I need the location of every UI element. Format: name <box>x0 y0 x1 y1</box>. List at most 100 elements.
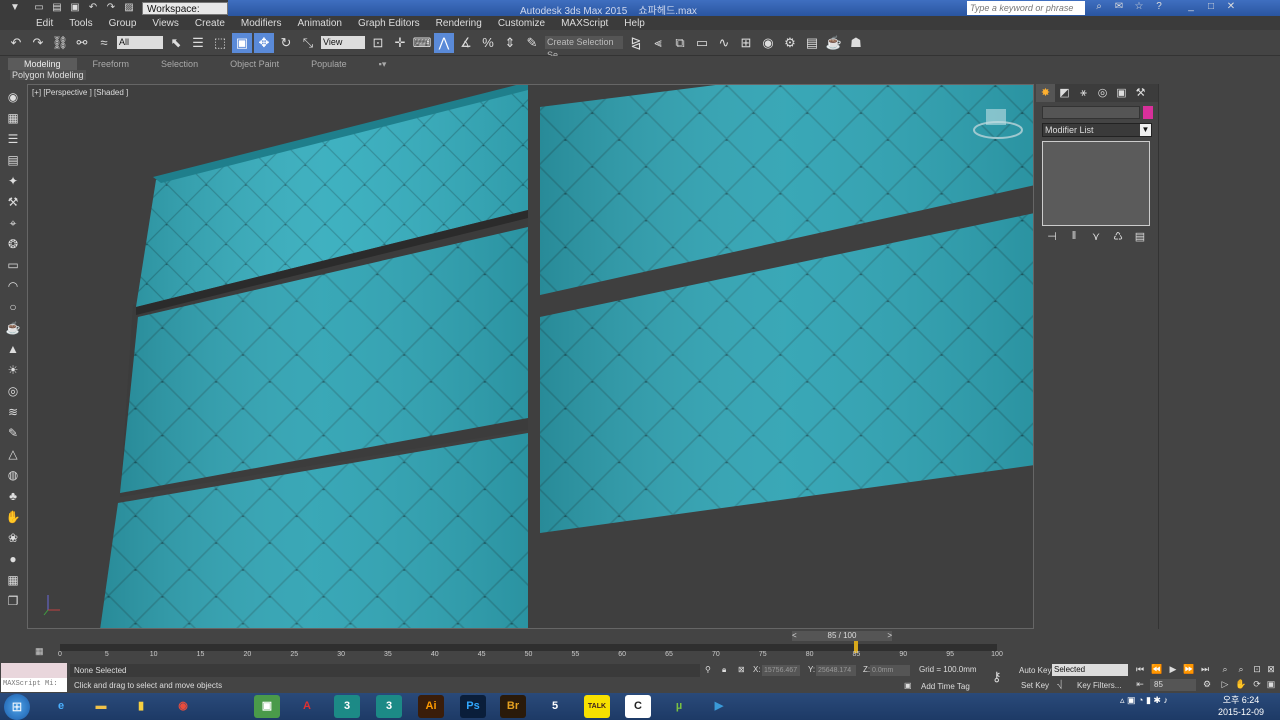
rectangular-selection-icon[interactable]: ⬚ <box>210 33 230 53</box>
torrent-icon[interactable]: µ <box>666 695 692 718</box>
menu-maxscript[interactable]: MAXScript <box>561 18 608 29</box>
previous-frame-icon[interactable]: ⏪ <box>1150 664 1164 677</box>
communication-icon[interactable]: ✉ <box>1112 0 1126 14</box>
polygon-modeling-panel[interactable]: Polygon Modeling <box>10 70 86 80</box>
open-file-icon[interactable]: ▤ <box>50 1 64 15</box>
window-crossing-icon[interactable]: ▣ <box>232 32 252 53</box>
key-mode-toggle-icon[interactable]: ⇤ <box>1133 679 1147 692</box>
search-input[interactable]: Type a keyword or phrase <box>967 1 1085 15</box>
maximize-icon[interactable]: □ <box>1204 0 1218 14</box>
keyboard-shortcut-toggle-icon[interactable]: ⌨ <box>412 33 432 53</box>
redo-icon[interactable]: ↷ <box>28 33 48 53</box>
y-coordinate-field[interactable]: 25648.174 <box>816 665 856 676</box>
orbit-icon[interactable]: ⟳ <box>1250 679 1264 692</box>
angle-snap-icon[interactable]: ∡ <box>456 33 476 53</box>
bind-space-warp-icon[interactable]: ≈ <box>94 33 114 53</box>
field-of-view-icon[interactable]: ▷ <box>1218 679 1232 692</box>
mini-curve-editor-icon[interactable]: ▦ <box>35 646 49 656</box>
zoom-extents-icon[interactable]: ⊡ <box>1250 664 1264 677</box>
align-icon[interactable]: ⫷ <box>648 33 668 53</box>
lock-icon[interactable]: ⚲ <box>705 665 711 674</box>
hair-icon[interactable]: ≋ <box>4 404 22 421</box>
motion-tab-icon[interactable]: ◎ <box>1093 84 1112 102</box>
undo-icon[interactable]: ↶ <box>6 33 26 53</box>
tab-selection[interactable]: Selection <box>145 58 214 70</box>
next-frame-icon[interactable]: ⏩ <box>1182 664 1196 677</box>
autocad-icon[interactable]: A <box>294 695 320 718</box>
script-icon[interactable]: ❐ <box>4 593 22 610</box>
clock[interactable]: 오후 6:24 2015-12-09 <box>1218 694 1264 718</box>
link-icon[interactable]: ⛓ <box>50 33 70 53</box>
system-tray[interactable]: ▵ ▣ ◔ ▮ ✱ ♪ <box>1120 695 1168 706</box>
select-and-manipulate-icon[interactable]: ✛ <box>390 33 410 53</box>
absolute-mode-icon[interactable]: ⊠ <box>738 665 745 674</box>
torus-icon[interactable]: ◎ <box>4 383 22 400</box>
illustrator-icon[interactable]: Ai <box>418 695 444 718</box>
remove-modifier-icon[interactable]: ♺ <box>1110 230 1126 244</box>
show-end-result-icon[interactable]: ‖ <box>1066 230 1082 244</box>
key-filters-button[interactable]: Key Filters... <box>1077 681 1121 690</box>
menu-edit[interactable]: Edit <box>36 18 53 29</box>
select-and-rotate-icon[interactable]: ↻ <box>276 33 296 53</box>
app-menu-icon[interactable]: ▼ <box>2 1 28 15</box>
x-coordinate-field[interactable]: 15756.467 <box>762 665 800 676</box>
named-selection-sets-dropdown[interactable]: Create Selection Se <box>545 36 623 60</box>
select-and-move-icon[interactable]: ✥ <box>254 32 274 53</box>
ribbon-options-icon[interactable]: ▪▾ <box>363 58 403 70</box>
menu-rendering[interactable]: Rendering <box>436 18 482 29</box>
modifier-stack[interactable] <box>1042 141 1150 226</box>
spinner-snap-icon[interactable]: ⇕ <box>500 33 520 53</box>
time-slider[interactable]: <85 / 100 > <box>792 631 892 641</box>
viewport-label[interactable]: [+] [Perspective ] [Shaded ] <box>32 88 128 97</box>
pyramid-icon[interactable]: △ <box>4 446 22 463</box>
menu-modifiers[interactable]: Modifiers <box>241 18 282 29</box>
menu-animation[interactable]: Animation <box>297 18 341 29</box>
utilities-tab-icon[interactable]: ⚒ <box>1131 84 1150 102</box>
help-icon[interactable]: ? <box>1152 0 1166 14</box>
object-name-field[interactable] <box>1042 106 1140 119</box>
object-color-swatch[interactable] <box>1143 106 1153 119</box>
time-config-icon[interactable]: ⚙ <box>1200 679 1214 692</box>
configure-modifier-sets-icon[interactable]: ▤ <box>1132 230 1148 244</box>
teapot-icon[interactable]: ☕ <box>4 320 22 337</box>
display-tab-icon[interactable]: ▣ <box>1112 84 1131 102</box>
rope-icon[interactable]: ❀ <box>4 530 22 547</box>
go-to-end-icon[interactable]: ⏭ <box>1198 664 1212 677</box>
add-time-tag[interactable]: Add Time Tag <box>921 682 970 691</box>
menu-customize[interactable]: Customize <box>498 18 545 29</box>
time-slider-prev-icon[interactable]: < <box>792 631 797 641</box>
selection-lock-icon[interactable]: 🔒︎ <box>722 665 726 675</box>
evernote-icon[interactable]: ▣ <box>254 695 280 718</box>
menu-tools[interactable]: Tools <box>69 18 92 29</box>
app-5-icon[interactable]: 5 <box>542 695 568 718</box>
pivot-center-icon[interactable]: ⊡ <box>368 33 388 53</box>
perspective-viewport[interactable]: [+] [Perspective ] [Shaded ] <box>27 84 1034 629</box>
menu-help[interactable]: Help <box>624 18 645 29</box>
render-setup-icon[interactable]: ⚙ <box>780 33 800 53</box>
play-icon[interactable]: ▶ <box>1166 664 1180 677</box>
chevron-down-icon[interactable]: ▼ <box>1140 124 1151 136</box>
zoom-extents-all-icon[interactable]: ⊠ <box>1264 664 1278 677</box>
make-unique-icon[interactable]: ⋎ <box>1088 230 1104 244</box>
app-c-icon[interactable]: C <box>625 695 651 718</box>
workspace-dropdown[interactable]: Workspace: Default <box>142 1 228 28</box>
cone-icon[interactable]: ▲ <box>4 341 22 358</box>
go-to-start-icon[interactable]: ⏮ <box>1133 664 1147 677</box>
menu-views[interactable]: Views <box>152 18 179 29</box>
track-bar[interactable] <box>60 641 997 653</box>
favorites-icon[interactable]: ☆ <box>1132 0 1146 14</box>
snaps-toggle-icon[interactable]: ⋀ <box>434 32 454 53</box>
tab-object-paint[interactable]: Object Paint <box>214 58 295 70</box>
current-frame-field[interactable]: 85 <box>1150 679 1196 691</box>
z-coordinate-field[interactable]: 0.0mm <box>870 665 910 676</box>
sphere-icon[interactable]: ○ <box>4 299 22 316</box>
time-tag-icon[interactable]: ▣ <box>904 681 912 690</box>
tab-freeform[interactable]: Freeform <box>77 58 146 70</box>
key-filter-icon[interactable]: ⎷ <box>1057 680 1062 690</box>
media-player-icon[interactable]: ▶ <box>706 695 732 718</box>
plant-icon[interactable]: ♣ <box>4 488 22 505</box>
globe-icon[interactable]: ◍ <box>4 467 22 484</box>
graphite-toggle-icon[interactable]: ▭ <box>692 33 712 53</box>
maxscript-mini-listener[interactable]: MAXScript Mi: <box>1 678 67 692</box>
select-by-name-icon[interactable]: ☰ <box>188 33 208 53</box>
